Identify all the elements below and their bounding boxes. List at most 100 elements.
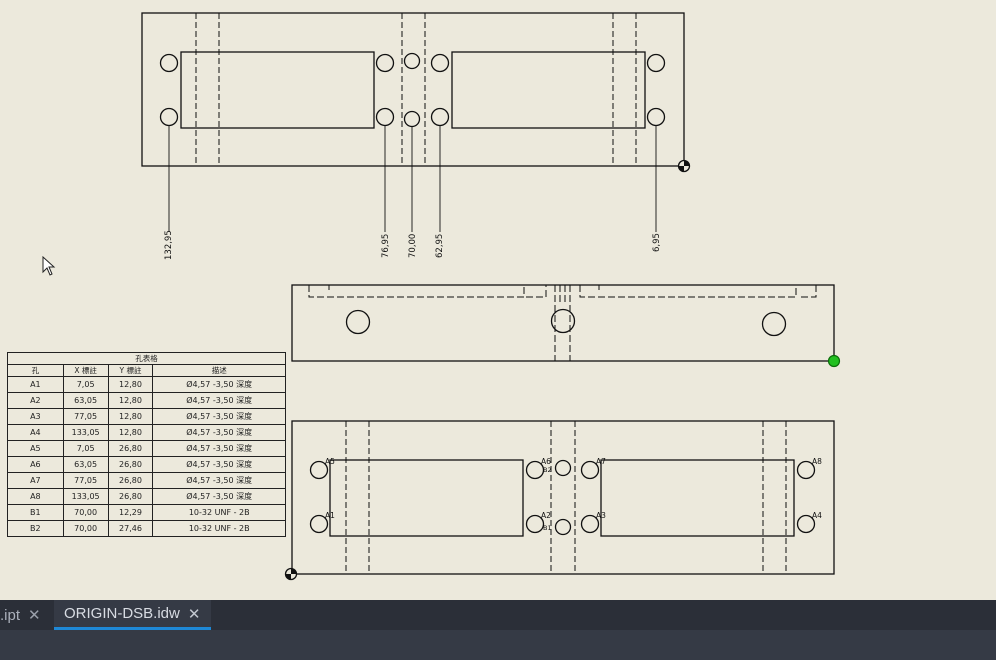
column-header: 孔 (7, 364, 64, 377)
top-view-pocket-right (451, 51, 646, 129)
front-hole (761, 311, 787, 337)
table-cell: 26,80 (107, 472, 154, 489)
table-cell: 77,05 (62, 472, 109, 489)
table-cell: Ø4,57 -3,50 深度 (152, 424, 286, 441)
table-cell: 7,05 (62, 440, 109, 457)
table-cell: 26,80 (107, 440, 154, 457)
hole-label[interactable]: A1 (325, 511, 335, 520)
dimension-label[interactable]: 76,95 (381, 234, 391, 258)
hole-label[interactable]: A3 (596, 511, 606, 520)
table-cell: 12,80 (107, 392, 154, 409)
hole-label[interactable]: B2 (543, 466, 552, 474)
dimension-label[interactable]: 70,00 (408, 234, 418, 258)
table-cell: Ø4,57 -3,50 深度 (152, 488, 286, 505)
table-cell: A8 (7, 488, 64, 505)
table-row[interactable]: A5 7,05 26,80 Ø4,57 -3,50 深度 (7, 440, 286, 457)
bottom-view[interactable] (284, 420, 835, 581)
table-cell: A2 (7, 392, 64, 409)
hole-label[interactable]: A2 (541, 511, 551, 520)
table-cell: 12,80 (107, 408, 154, 425)
column-header: X 標註 (62, 364, 109, 377)
origin-marker-bottom[interactable] (284, 567, 298, 581)
front-view[interactable] (291, 284, 841, 368)
table-cell: 26,80 (107, 488, 154, 505)
tab-part-file[interactable]: .ipt ✕ (0, 600, 47, 630)
hole-table-caption: 孔表格 (7, 352, 286, 365)
front-hole (345, 309, 371, 335)
table-cell: A5 (7, 440, 64, 457)
dimension-label[interactable]: 62,95 (435, 234, 445, 258)
table-cell: 133,05 (62, 488, 109, 505)
table-cell: 27,46 (107, 520, 154, 537)
top-hole (403, 110, 421, 128)
table-cell: 70,00 (62, 520, 109, 537)
hole-label[interactable]: A8 (812, 457, 822, 466)
table-cell: 10-32 UNF - 2B (152, 504, 286, 521)
hole-label[interactable]: A4 (812, 511, 822, 520)
table-cell: 7,05 (62, 376, 109, 393)
top-view-pocket-left (180, 51, 375, 129)
drawing-sheet[interactable]: 132,95 76,95 70,00 62,95 6,95 A1 A2 A3 A… (0, 0, 996, 600)
table-cell: A3 (7, 408, 64, 425)
close-icon[interactable]: ✕ (188, 605, 201, 623)
table-cell: Ø4,57 -3,50 深度 (152, 408, 286, 425)
dimension-label[interactable]: 6,95 (652, 233, 662, 252)
top-hole (159, 107, 179, 127)
table-cell: Ø4,57 -3,50 深度 (152, 376, 286, 393)
table-cell: 70,00 (62, 504, 109, 521)
table-cell: Ø4,57 -3,50 深度 (152, 440, 286, 457)
tab-label[interactable]: .ipt (0, 607, 20, 624)
mouse-pointer-icon (42, 256, 56, 276)
top-hole (403, 52, 421, 70)
table-cell: 12,29 (107, 504, 154, 521)
table-row[interactable]: A7 77,05 26,80 Ø4,57 -3,50 深度 (7, 472, 286, 489)
top-view-outline (141, 12, 685, 167)
table-cell: 77,05 (62, 408, 109, 425)
table-cell: 26,80 (107, 456, 154, 473)
top-view[interactable] (141, 12, 691, 232)
tab-origin-dsb-idw[interactable]: ORIGIN-DSB.idw ✕ (54, 600, 211, 630)
bottom-view-pocket-right (600, 459, 795, 537)
dimension-label[interactable]: 132,95 (164, 230, 174, 260)
hole-table-body: A1 7,05 12,80 Ø4,57 -3,50 深度 A2 63,05 12,80 Ø4,… (7, 376, 286, 537)
table-cell: 12,80 (107, 424, 154, 441)
table-cell: B1 (7, 504, 64, 521)
column-header: Y 標註 (107, 364, 154, 377)
tab-label[interactable]: ORIGIN-DSB.idw (64, 605, 180, 622)
table-row[interactable]: A8 133,05 26,80 Ø4,57 -3,50 深度 (7, 488, 286, 505)
table-row[interactable]: A2 63,05 12,80 Ø4,57 -3,50 深度 (7, 392, 286, 409)
table-cell: 133,05 (62, 424, 109, 441)
table-row[interactable]: B1 70,00 12,29 10-32 UNF - 2B (7, 504, 286, 521)
hole-label[interactable]: A6 (541, 457, 551, 466)
top-hole (646, 53, 666, 73)
top-hole (375, 107, 395, 127)
bottom-view-pocket-left (329, 459, 524, 537)
table-row[interactable]: B2 70,00 27,46 10-32 UNF - 2B (7, 520, 286, 537)
front-view-outline (291, 284, 835, 362)
top-hole (375, 53, 395, 73)
close-icon[interactable]: ✕ (28, 606, 41, 624)
table-cell: 63,05 (62, 392, 109, 409)
hole-label[interactable]: A5 (325, 457, 335, 466)
table-cell: 63,05 (62, 456, 109, 473)
table-cell: 12,80 (107, 376, 154, 393)
table-row[interactable]: A1 7,05 12,80 Ø4,57 -3,50 深度 (7, 376, 286, 393)
top-hole (430, 53, 450, 73)
bottom-view-outline (291, 420, 835, 575)
table-cell: Ø4,57 -3,50 深度 (152, 456, 286, 473)
table-cell: A6 (7, 456, 64, 473)
hole-table[interactable]: 孔表格 孔 X 標註 Y 標註 描述 A1 7,05 12,80 Ø4,57 -3,5… (7, 352, 286, 537)
table-cell: B2 (7, 520, 64, 537)
table-row[interactable]: A6 63,05 26,80 Ø4,57 -3,50 深度 (7, 456, 286, 473)
table-cell: Ø4,57 -3,50 深度 (152, 392, 286, 409)
hole-label[interactable]: A7 (596, 457, 606, 466)
hole-label[interactable]: B1 (543, 524, 552, 532)
column-header: 描述 (152, 364, 286, 377)
origin-marker-top[interactable] (677, 159, 691, 173)
table-row[interactable]: A4 133,05 12,80 Ø4,57 -3,50 深度 (7, 424, 286, 441)
table-row[interactable]: A3 77,05 12,80 Ø4,57 -3,50 深度 (7, 408, 286, 425)
table-cell: A4 (7, 424, 64, 441)
top-hole (159, 53, 179, 73)
selection-point[interactable] (827, 354, 841, 368)
document-tab-bar: .ipt ✕ ORIGIN-DSB.idw ✕ (0, 600, 996, 630)
